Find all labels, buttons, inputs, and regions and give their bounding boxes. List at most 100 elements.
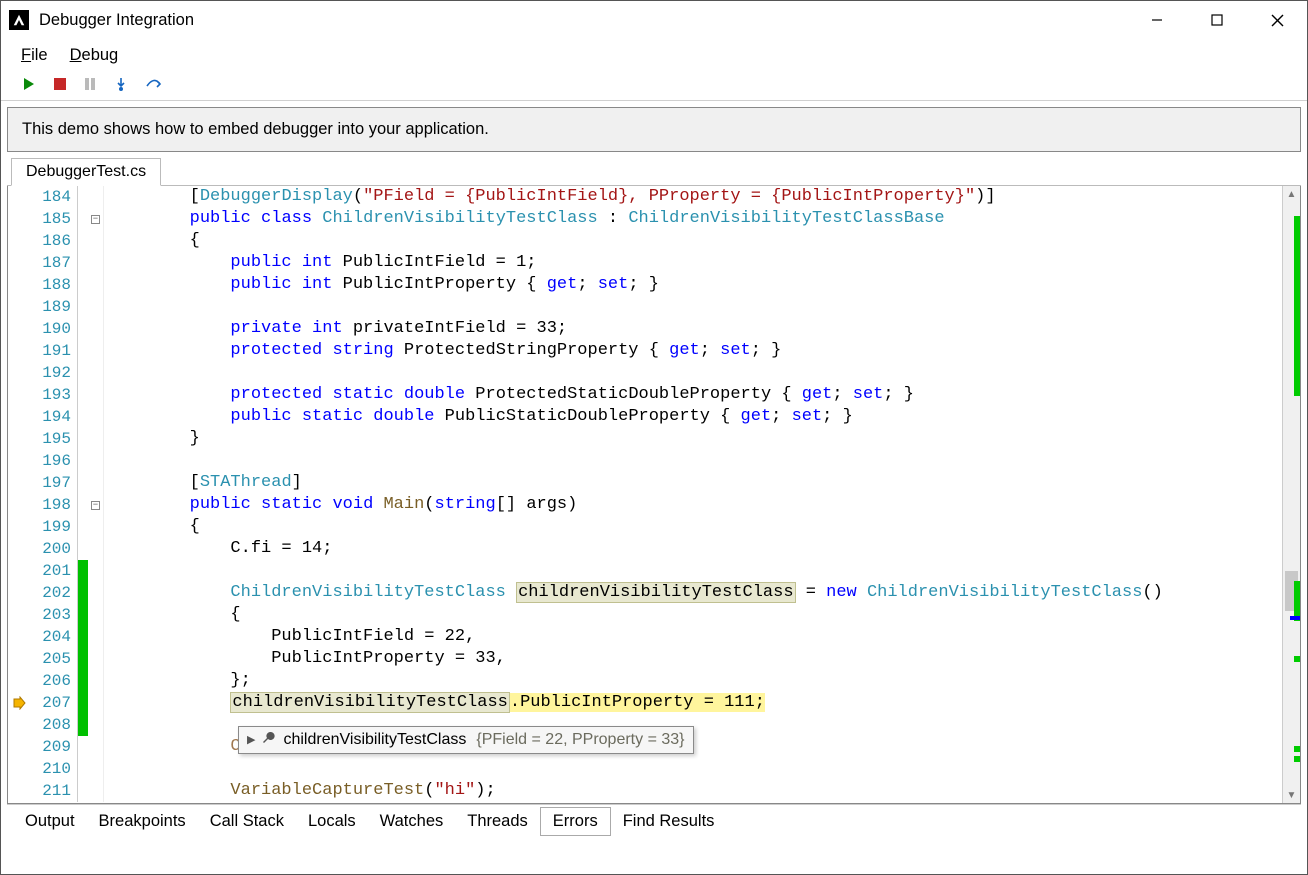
menu-file[interactable]: File — [21, 46, 48, 65]
fold-gutter[interactable] — [88, 406, 104, 428]
minimize-button[interactable] — [1127, 1, 1187, 39]
code-line[interactable]: 202 ChildrenVisibilityTestClass children… — [8, 582, 1282, 604]
fold-gutter[interactable] — [88, 780, 104, 802]
breakpoint-gutter[interactable] — [8, 692, 30, 714]
breakpoint-gutter[interactable] — [8, 560, 30, 582]
menu-debug[interactable]: Debug — [70, 46, 119, 65]
breakpoint-gutter[interactable] — [8, 516, 30, 538]
vertical-scrollbar[interactable]: ▲ ▼ — [1282, 186, 1300, 803]
code-line[interactable]: 198− public static void Main(string[] ar… — [8, 494, 1282, 516]
fold-gutter[interactable] — [88, 428, 104, 450]
bottom-tab-call-stack[interactable]: Call Stack — [198, 808, 296, 835]
code-line[interactable]: 196 — [8, 450, 1282, 472]
bottom-tab-find-results[interactable]: Find Results — [611, 808, 727, 835]
code-content[interactable]: protected static double ProtectedStaticD… — [104, 384, 1282, 406]
code-line[interactable]: 186 { — [8, 230, 1282, 252]
fold-gutter[interactable] — [88, 582, 104, 604]
code-line[interactable]: 187 public int PublicIntField = 1; — [8, 252, 1282, 274]
fold-gutter[interactable] — [88, 538, 104, 560]
breakpoint-gutter[interactable] — [8, 648, 30, 670]
fold-gutter[interactable] — [88, 186, 104, 208]
code-content[interactable]: public int PublicIntProperty { get; set;… — [104, 274, 1282, 296]
code-line[interactable]: 188 public int PublicIntProperty { get; … — [8, 274, 1282, 296]
breakpoint-gutter[interactable] — [8, 780, 30, 802]
step-into-button[interactable] — [113, 76, 129, 95]
expand-icon[interactable]: ▶ — [247, 729, 255, 751]
fold-gutter[interactable] — [88, 670, 104, 692]
breakpoint-gutter[interactable] — [8, 230, 30, 252]
bottom-tab-threads[interactable]: Threads — [455, 808, 540, 835]
code-content[interactable]: [STAThread] — [104, 472, 1282, 494]
code-content[interactable]: PublicIntProperty = 33, — [104, 648, 1282, 670]
fold-gutter[interactable] — [88, 252, 104, 274]
fold-gutter[interactable] — [88, 714, 104, 736]
breakpoint-gutter[interactable] — [8, 406, 30, 428]
breakpoint-gutter[interactable] — [8, 318, 30, 340]
breakpoint-gutter[interactable] — [8, 472, 30, 494]
code-line[interactable]: 203 { — [8, 604, 1282, 626]
editor-body[interactable]: 184 [DebuggerDisplay("PField = {PublicIn… — [8, 186, 1282, 803]
stop-button[interactable] — [53, 77, 67, 94]
fold-gutter[interactable] — [88, 648, 104, 670]
code-content[interactable]: private int privateIntField = 33; — [104, 318, 1282, 340]
code-content[interactable]: { — [104, 604, 1282, 626]
code-line[interactable]: 185− public class ChildrenVisibilityTest… — [8, 208, 1282, 230]
scroll-down-icon[interactable]: ▼ — [1283, 787, 1300, 803]
code-content[interactable]: PublicIntField = 22, — [104, 626, 1282, 648]
breakpoint-gutter[interactable] — [8, 208, 30, 230]
fold-gutter[interactable] — [88, 384, 104, 406]
breakpoint-gutter[interactable] — [8, 428, 30, 450]
code-line[interactable]: 191 protected string ProtectedStringProp… — [8, 340, 1282, 362]
breakpoint-gutter[interactable] — [8, 494, 30, 516]
code-content[interactable]: { — [104, 230, 1282, 252]
breakpoint-gutter[interactable] — [8, 362, 30, 384]
code-content[interactable]: protected string ProtectedStringProperty… — [104, 340, 1282, 362]
maximize-button[interactable] — [1187, 1, 1247, 39]
breakpoint-gutter[interactable] — [8, 604, 30, 626]
code-line[interactable]: 189 — [8, 296, 1282, 318]
code-line[interactable]: 210 — [8, 758, 1282, 780]
breakpoint-gutter[interactable] — [8, 186, 30, 208]
code-content[interactable]: public int PublicIntField = 1; — [104, 252, 1282, 274]
breakpoint-gutter[interactable] — [8, 714, 30, 736]
code-line[interactable]: 207 childrenVisibilityTestClass.PublicIn… — [8, 692, 1282, 714]
fold-gutter[interactable] — [88, 758, 104, 780]
code-line[interactable]: 184 [DebuggerDisplay("PField = {PublicIn… — [8, 186, 1282, 208]
bottom-tab-breakpoints[interactable]: Breakpoints — [87, 808, 198, 835]
code-content[interactable]: [DebuggerDisplay("PField = {PublicIntFie… — [104, 186, 1282, 208]
code-line[interactable]: 205 PublicIntProperty = 33, — [8, 648, 1282, 670]
fold-gutter[interactable] — [88, 450, 104, 472]
fold-gutter[interactable] — [88, 604, 104, 626]
fold-gutter[interactable] — [88, 362, 104, 384]
code-line[interactable]: 197 [STAThread] — [8, 472, 1282, 494]
scroll-up-icon[interactable]: ▲ — [1283, 186, 1300, 202]
code-content[interactable]: public class ChildrenVisibilityTestClass… — [104, 208, 1282, 230]
bottom-tab-errors[interactable]: Errors — [540, 807, 611, 836]
close-button[interactable] — [1247, 1, 1307, 39]
code-content[interactable]: C.fi = 14; — [104, 538, 1282, 560]
code-line[interactable]: 199 { — [8, 516, 1282, 538]
pause-button[interactable] — [83, 77, 97, 94]
editor-tab[interactable]: DebuggerTest.cs — [11, 158, 161, 186]
fold-gutter[interactable] — [88, 274, 104, 296]
code-line[interactable]: 201 — [8, 560, 1282, 582]
fold-gutter[interactable] — [88, 472, 104, 494]
code-content[interactable] — [104, 758, 1282, 780]
breakpoint-gutter[interactable] — [8, 296, 30, 318]
fold-gutter[interactable] — [88, 516, 104, 538]
code-content[interactable]: { — [104, 516, 1282, 538]
code-content[interactable] — [104, 296, 1282, 318]
breakpoint-gutter[interactable] — [8, 274, 30, 296]
code-line[interactable]: 194 public static double PublicStaticDou… — [8, 406, 1282, 428]
code-content[interactable] — [104, 450, 1282, 472]
breakpoint-gutter[interactable] — [8, 450, 30, 472]
fold-gutter[interactable] — [88, 230, 104, 252]
code-content[interactable]: childrenVisibilityTestClass.PublicIntPro… — [104, 692, 1282, 714]
code-line[interactable]: 192 — [8, 362, 1282, 384]
breakpoint-gutter[interactable] — [8, 252, 30, 274]
breakpoint-gutter[interactable] — [8, 340, 30, 362]
fold-gutter[interactable]: − — [88, 208, 104, 230]
run-button[interactable] — [21, 76, 37, 95]
code-content[interactable] — [104, 362, 1282, 384]
fold-gutter[interactable] — [88, 626, 104, 648]
